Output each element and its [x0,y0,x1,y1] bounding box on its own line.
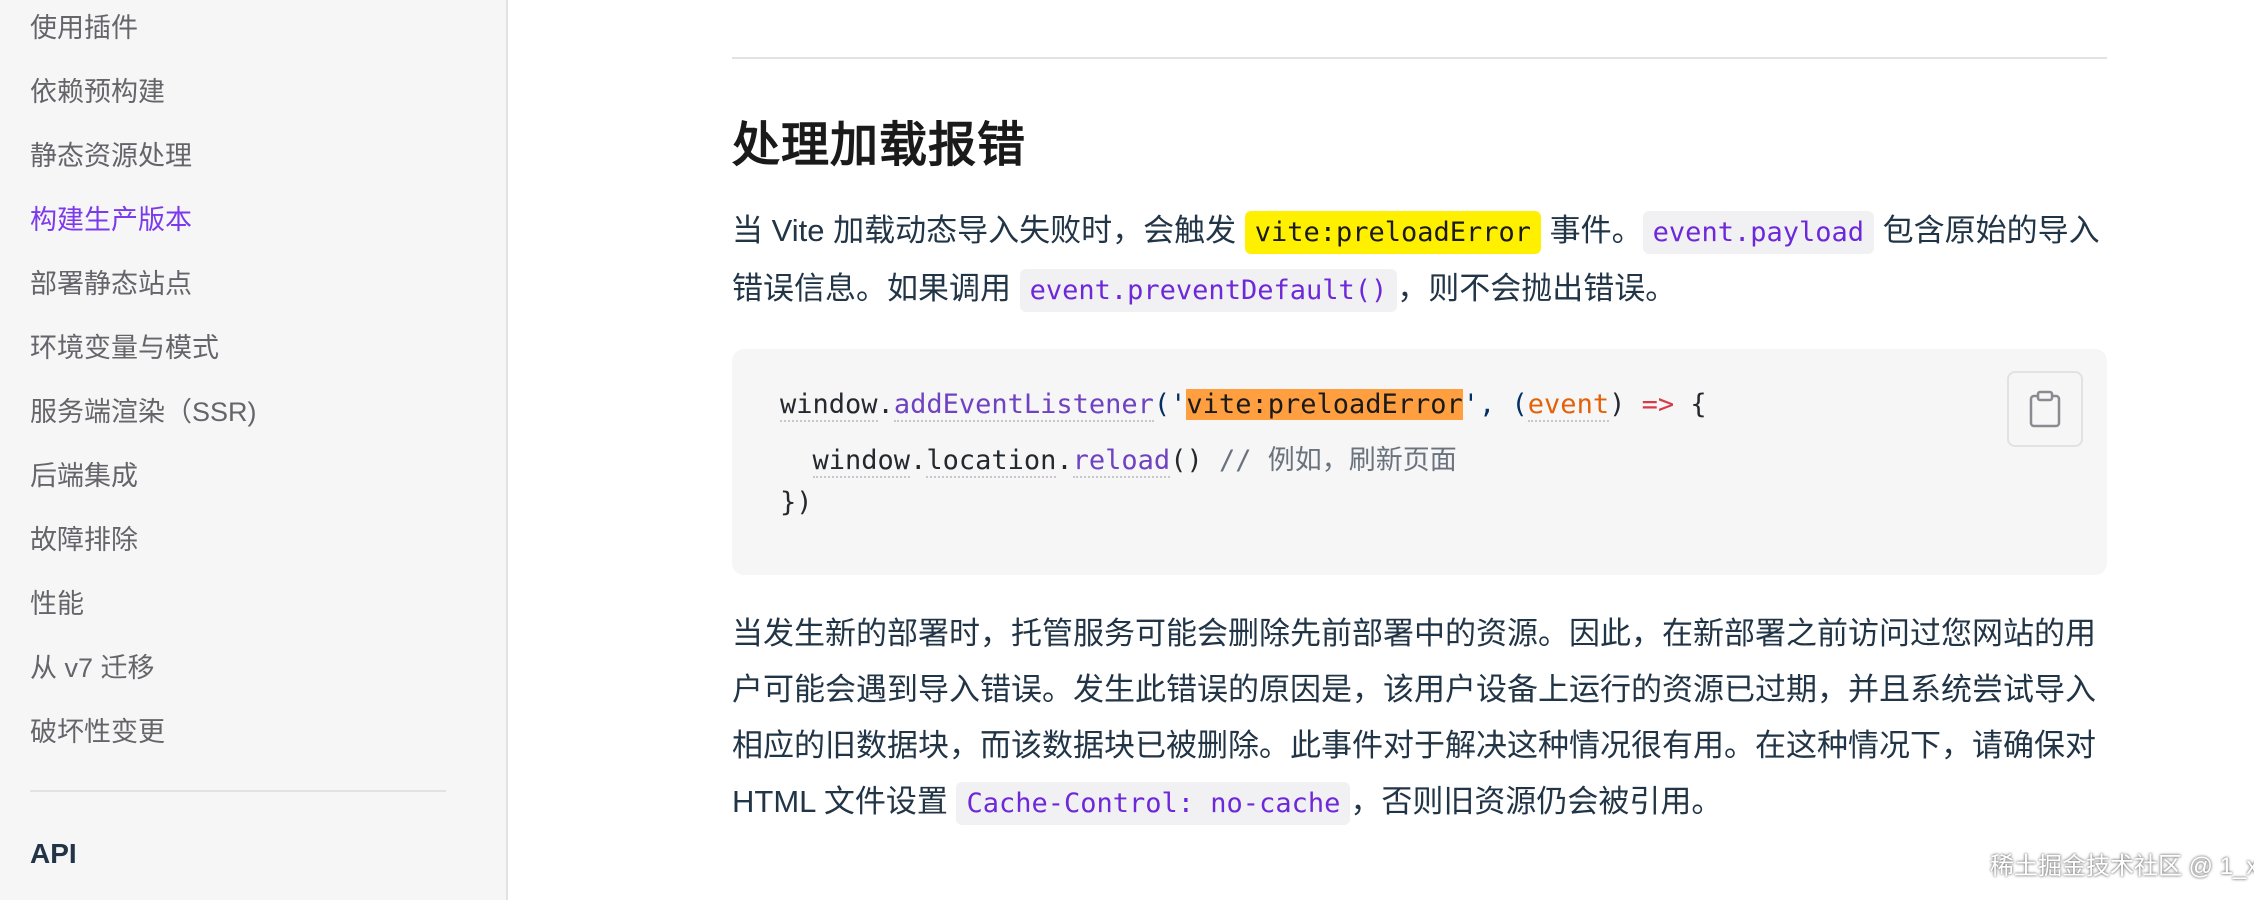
sidebar: 使用插件 依赖预构建 静态资源处理 构建生产版本 部署静态站点 环境变量与模式 … [0,0,508,900]
text-segment: 事件。 [1541,213,1643,248]
text-segment: 当 Vite 加载动态导入失败时，会触发 [732,213,1245,248]
sidebar-item-breaking-changes[interactable]: 破坏性变更 [30,710,165,749]
inline-code-payload: event.payload [1642,211,1874,254]
page-heading: 处理加载报错 [732,119,1027,172]
sidebar-item-build[interactable]: 构建生产版本 [30,198,192,237]
sidebar-item-plugins[interactable]: 使用插件 [30,6,138,45]
sidebar-item-env-and-mode[interactable]: 环境变量与模式 [30,326,219,365]
inline-code-event-name: vite:preloadError [1244,211,1542,254]
sidebar-item-dep-prebundling[interactable]: 依赖预构建 [30,70,165,109]
sidebar-item-troubleshooting[interactable]: 故障排除 [30,518,138,557]
code-token: . [1056,445,1073,476]
text-segment: ，则不会抛出错误。 [1397,271,1677,306]
code-token: ', ( [1462,389,1528,420]
sidebar-item-assets[interactable]: 静态资源处理 [30,134,192,173]
sidebar-item-ssr[interactable]: 服务端渲染（SSR) [30,390,257,429]
inline-code-prevent-default: event.preventDefault() [1019,269,1398,312]
code-token: location [926,445,1057,478]
inline-code-cache-control: Cache-Control: no-cache [956,782,1351,825]
text-segment: ，否则旧资源仍会被引用。 [1350,784,1723,819]
code-comment: // 例如，刷新页面 [1218,445,1457,476]
code-token: . [877,389,894,420]
code-token: () [1170,445,1219,476]
code-token: reload [1072,445,1171,478]
code-token-highlight: vite:preloadError [1186,389,1463,420]
sidebar-item-backend-integration[interactable]: 后端集成 [30,454,138,493]
code-token: event [1527,389,1610,422]
code-line-3: }) [780,487,813,518]
code-line-2: window.location.reload() // 例如，刷新页面 [780,438,1457,478]
sidebar-section-api[interactable]: API [30,838,77,870]
intro-paragraph: 当 Vite 加载动态导入失败时，会触发 vite:preloadError 事… [732,203,2107,319]
code-token: { [1674,389,1707,420]
sidebar-item-static-deploy[interactable]: 部署静态站点 [30,262,192,301]
sidebar-divider [30,790,446,792]
code-token: addEventListener [893,389,1154,422]
sidebar-item-performance[interactable]: 性能 [30,582,84,621]
code-token: => [1641,389,1675,420]
code-token: window [812,445,911,478]
sidebar-item-migration[interactable]: 从 v7 迁移 [30,646,155,685]
code-block: window.addEventListener('vite:preloadErr… [732,349,2107,575]
watermark: 稀土掘金技术社区 @ 1_xx_ [1990,853,2254,880]
copy-code-button[interactable] [2007,371,2083,447]
code-line-1: window.addEventListener('vite:preloadErr… [780,389,1707,422]
code-token: window [780,389,878,422]
code-token: . [910,445,927,476]
code-token: (' [1153,389,1187,420]
section-divider [732,57,2107,59]
deployment-paragraph: 当发生新的部署时，托管服务可能会删除先前部署中的资源。因此，在新部署之前访问过您… [732,606,2107,832]
code-token: ) [1609,389,1642,420]
